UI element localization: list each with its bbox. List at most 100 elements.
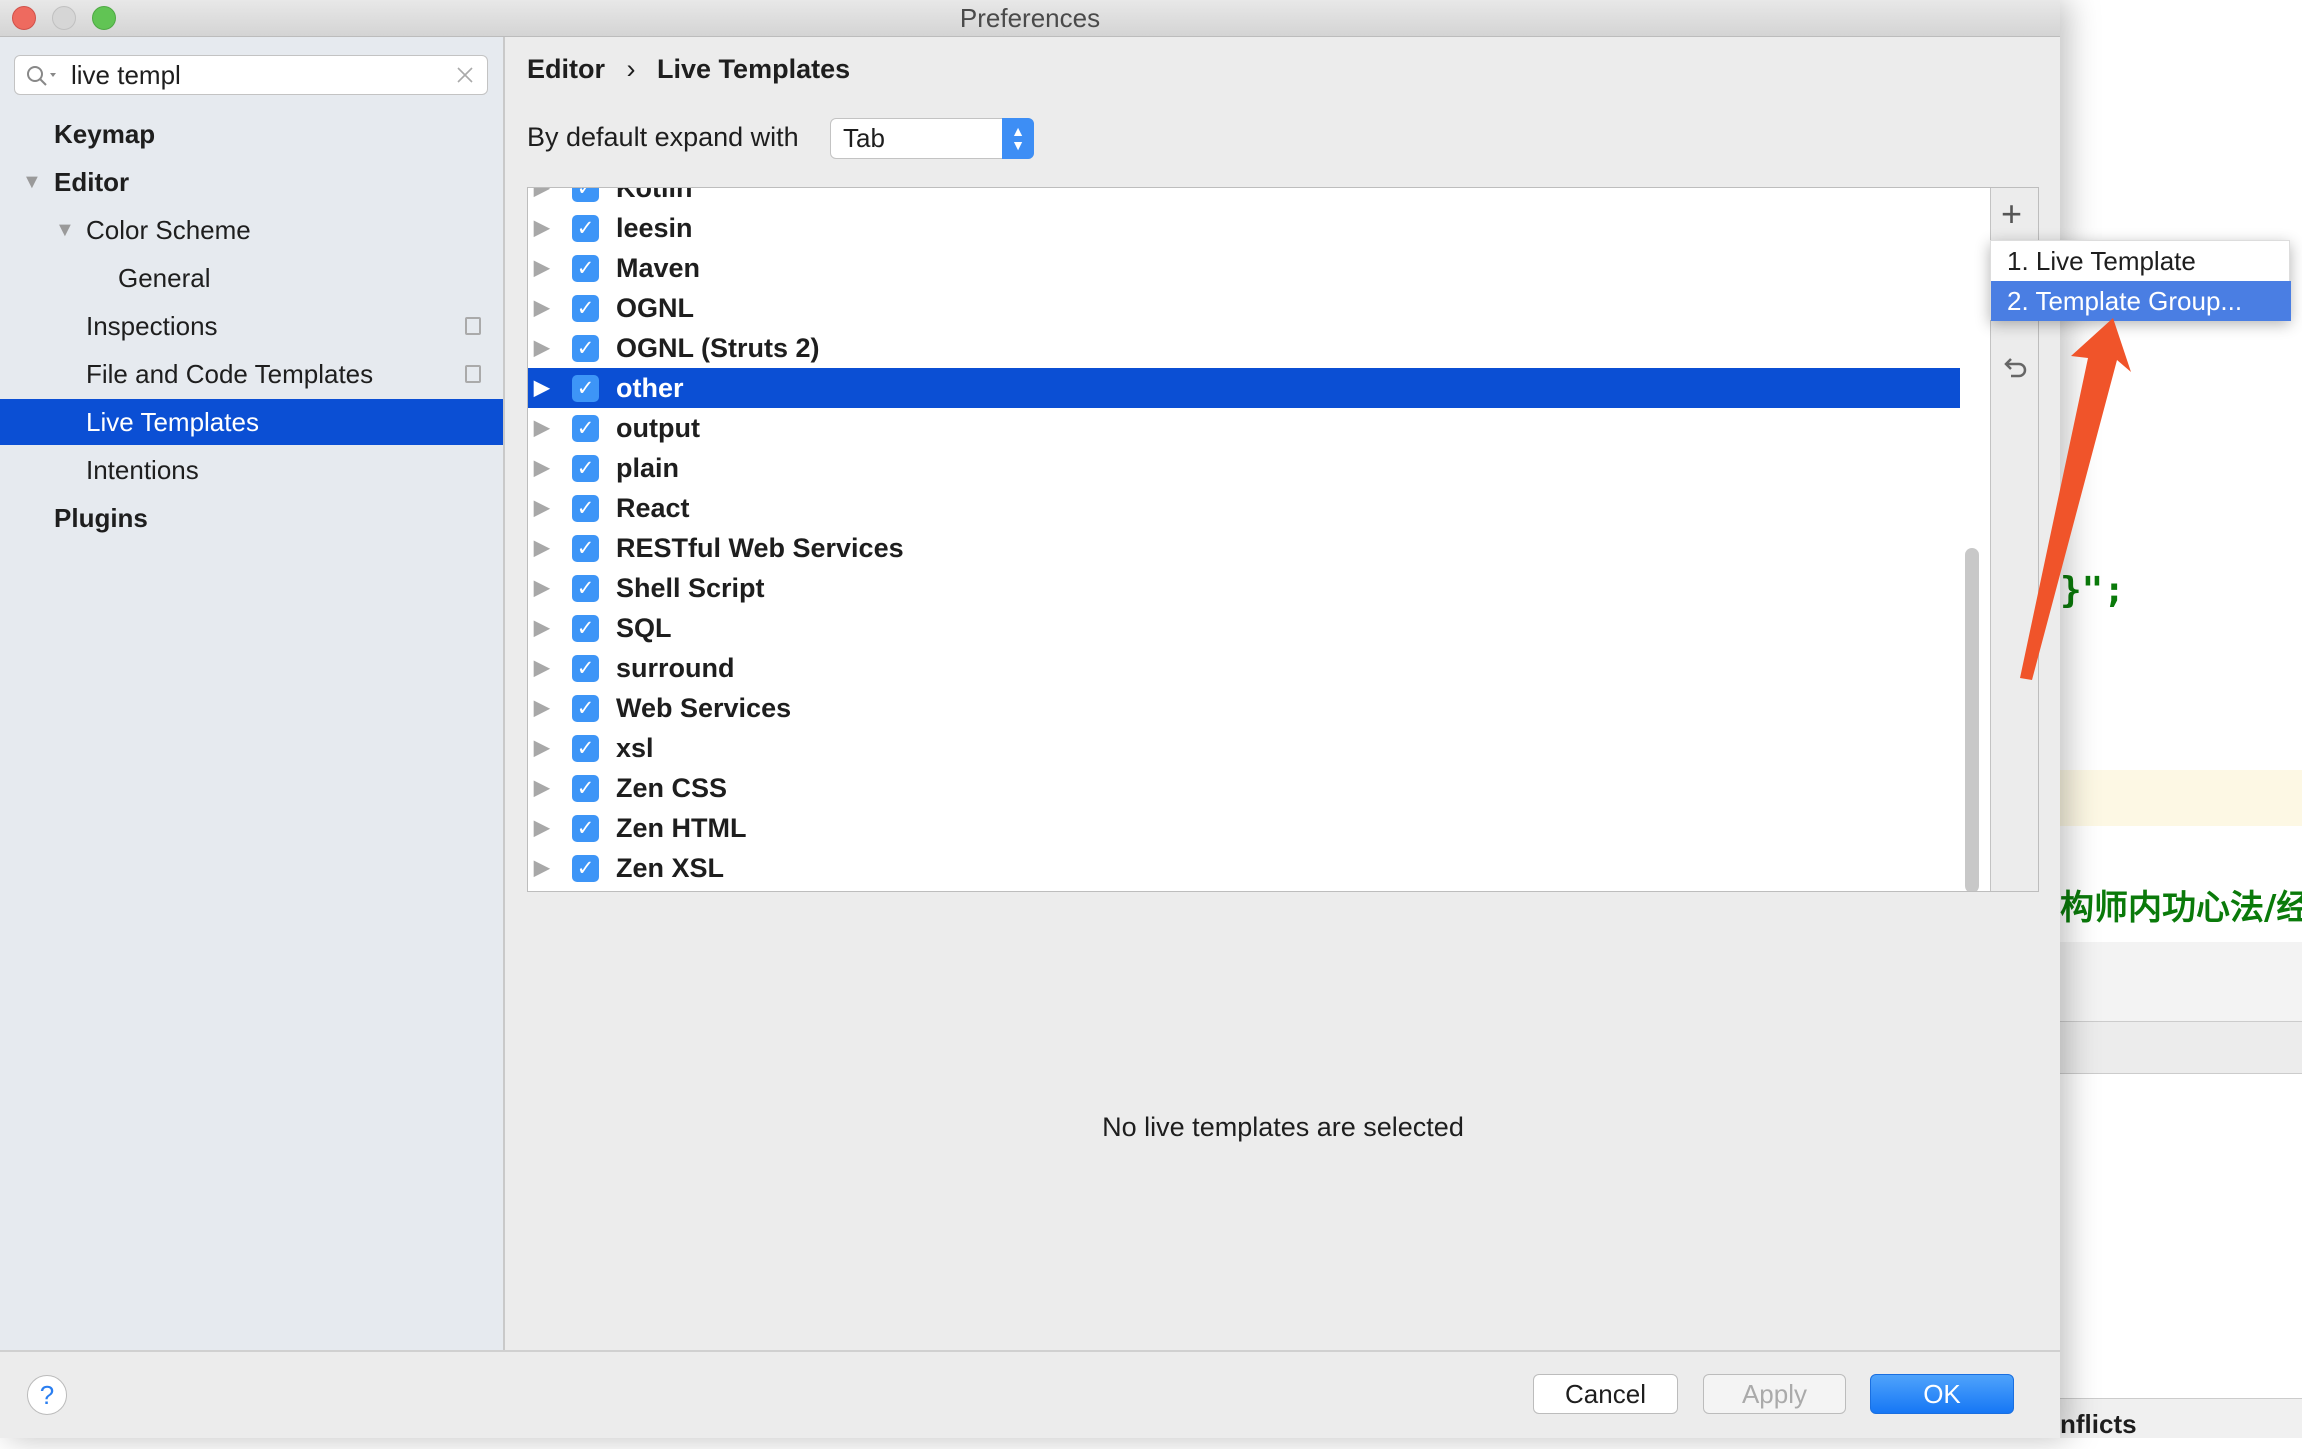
checkbox[interactable]: ✓ [572,415,599,442]
sidebar-item-editor[interactable]: ▼ Editor [0,159,503,205]
template-group-row[interactable]: ▶ ✓ RESTful Web Services [528,528,1960,568]
checkbox[interactable]: ✓ [572,335,599,362]
checkbox[interactable]: ✓ [572,535,599,562]
expanded-triangle-icon[interactable]: ▼ [22,159,42,205]
checkbox[interactable]: ✓ [572,495,599,522]
template-group-row[interactable]: ▶ ✓ OGNL (Struts 2) [528,328,1960,368]
template-group-row[interactable]: ▶ ✓ Kotlin [528,187,1960,208]
template-group-label: Zen XSL [616,853,725,883]
expand-key-select[interactable]: Tab ▲ ▼ [830,118,1034,159]
expand-triangle-icon[interactable]: ▶ [534,768,549,808]
clear-search-icon[interactable] [457,67,473,83]
sidebar-item-label: Color Scheme [86,215,251,245]
checkbox[interactable]: ✓ [572,375,599,402]
expand-triangle-icon[interactable]: ▶ [534,408,549,448]
sidebar-item-label: File and Code Templates [86,359,374,389]
close-window-button[interactable] [12,6,36,30]
sidebar-item-live-templates[interactable]: Live Templates [0,399,503,445]
template-group-row[interactable]: ▶ ✓ leesin [528,208,1960,248]
breadcrumb-parent[interactable]: Editor [527,54,605,84]
conflicts-tab[interactable]: nflicts [2060,1398,2302,1439]
search-input[interactable] [71,60,451,90]
editor-toolbar [2060,942,2302,1022]
checkbox[interactable]: ✓ [572,695,599,722]
template-group-row[interactable]: ▶ ✓ xsl [528,728,1960,768]
add-popup-menu: 1. Live Template 2. Template Group... [1990,240,2291,321]
template-group-row[interactable]: ▶ ✓ surround [528,648,1960,688]
expand-triangle-icon[interactable]: ▶ [534,728,549,768]
sidebar-item-color-scheme[interactable]: ▼ Color Scheme [0,207,503,253]
sidebar-item-plugins[interactable]: Plugins [0,495,503,541]
breadcrumb-separator: › [626,54,636,84]
expand-triangle-icon[interactable]: ▶ [534,488,549,528]
expand-triangle-icon[interactable]: ▶ [534,328,549,368]
menu-item-label: 2. Template Group... [2007,286,2243,316]
checkbox[interactable]: ✓ [572,188,599,202]
template-groups-list: ▶ ✓ Kotlin ▶ ✓ leesin ▶ ✓ Maven ▶ ✓ OGNL ▶ ✓ OGNL (Str… [527,187,2039,892]
expand-triangle-icon[interactable]: ▶ [534,688,549,728]
checkbox[interactable]: ✓ [572,255,599,282]
checkbox[interactable]: ✓ [572,615,599,642]
cancel-button[interactable]: Cancel [1533,1374,1678,1414]
expand-triangle-icon[interactable]: ▶ [534,448,549,488]
menu-item-template-group[interactable]: 2. Template Group... [1991,281,2291,321]
search-field[interactable] [14,55,488,95]
expand-triangle-icon[interactable]: ▶ [534,648,549,688]
apply-button[interactable]: Apply [1703,1374,1846,1414]
template-group-row[interactable]: ▶ ✓ Maven [528,248,1960,288]
expand-triangle-icon[interactable]: ▶ [534,288,549,328]
template-group-label: React [616,493,690,523]
expand-triangle-icon[interactable]: ▶ [534,368,549,408]
checkbox[interactable]: ✓ [572,655,599,682]
checkbox[interactable]: ✓ [572,815,599,842]
sidebar-item-keymap[interactable]: Keymap [0,111,503,157]
template-group-row[interactable]: ▶ ✓ output [528,408,1960,448]
sidebar-item-intentions[interactable]: Intentions [0,447,503,493]
sidebar-item-label: Keymap [54,119,156,149]
checkbox[interactable]: ✓ [572,735,599,762]
template-group-label: plain [616,453,680,483]
checkbox[interactable]: ✓ [572,215,599,242]
minimize-window-button[interactable] [52,6,76,30]
expand-triangle-icon[interactable]: ▶ [534,208,549,248]
revert-icon[interactable] [2003,356,2029,382]
expand-triangle-icon[interactable]: ▶ [534,248,549,288]
template-group-row[interactable]: ▶ ✓ Zen XSL [528,848,1960,888]
checkbox[interactable]: ✓ [572,455,599,482]
expand-label: By default expand with [527,122,799,152]
template-group-row[interactable]: ▶ ✓ Zen HTML [528,808,1960,848]
template-group-row[interactable]: ▶ ✓ Zen CSS [528,768,1960,808]
sidebar-item-file-and-code-templates[interactable]: File and Code Templates [0,351,503,397]
expand-triangle-icon[interactable]: ▶ [534,188,549,208]
scrollbar-thumb[interactable] [1965,548,1979,891]
template-group-row[interactable]: ▶ ✓ OGNL [528,288,1960,328]
sidebar-item-inspections[interactable]: Inspections [0,303,503,349]
template-group-row[interactable]: ▶ ✓ SQL [528,608,1960,648]
editor-toolbar [2060,1022,2302,1074]
template-group-row[interactable]: ▶ ✓ Shell Script [528,568,1960,608]
expand-triangle-icon[interactable]: ▶ [534,848,549,888]
expand-triangle-icon[interactable]: ▶ [534,568,549,608]
template-group-label: Kotlin [616,187,693,203]
zoom-window-button[interactable] [92,6,116,30]
code-text: }"; [2060,570,2126,611]
ok-button[interactable]: OK [1870,1374,2014,1414]
help-button[interactable]: ? [27,1375,67,1415]
code-fragment-chinese: 构师内功心法/经 [2060,888,2302,928]
add-icon[interactable]: + [2001,196,2022,232]
checkbox[interactable]: ✓ [572,575,599,602]
template-group-row[interactable]: ▶ ✓ plain [528,448,1960,488]
template-group-row[interactable]: ▶ ✓ Web Services [528,688,1960,728]
template-group-row[interactable]: ▶ ✓ other [528,368,1960,408]
expand-triangle-icon[interactable]: ▶ [534,808,549,848]
expand-triangle-icon[interactable]: ▶ [534,528,549,568]
expanded-triangle-icon[interactable]: ▼ [55,207,75,253]
checkbox[interactable]: ✓ [572,855,599,882]
menu-item-live-template[interactable]: 1. Live Template [1991,241,2291,281]
sidebar-item-general[interactable]: General [0,255,503,301]
template-group-row[interactable]: ▶ ✓ React [528,488,1960,528]
checkbox[interactable]: ✓ [572,775,599,802]
expand-triangle-icon[interactable]: ▶ [534,608,549,648]
sidebar-item-label: General [118,263,211,293]
checkbox[interactable]: ✓ [572,295,599,322]
